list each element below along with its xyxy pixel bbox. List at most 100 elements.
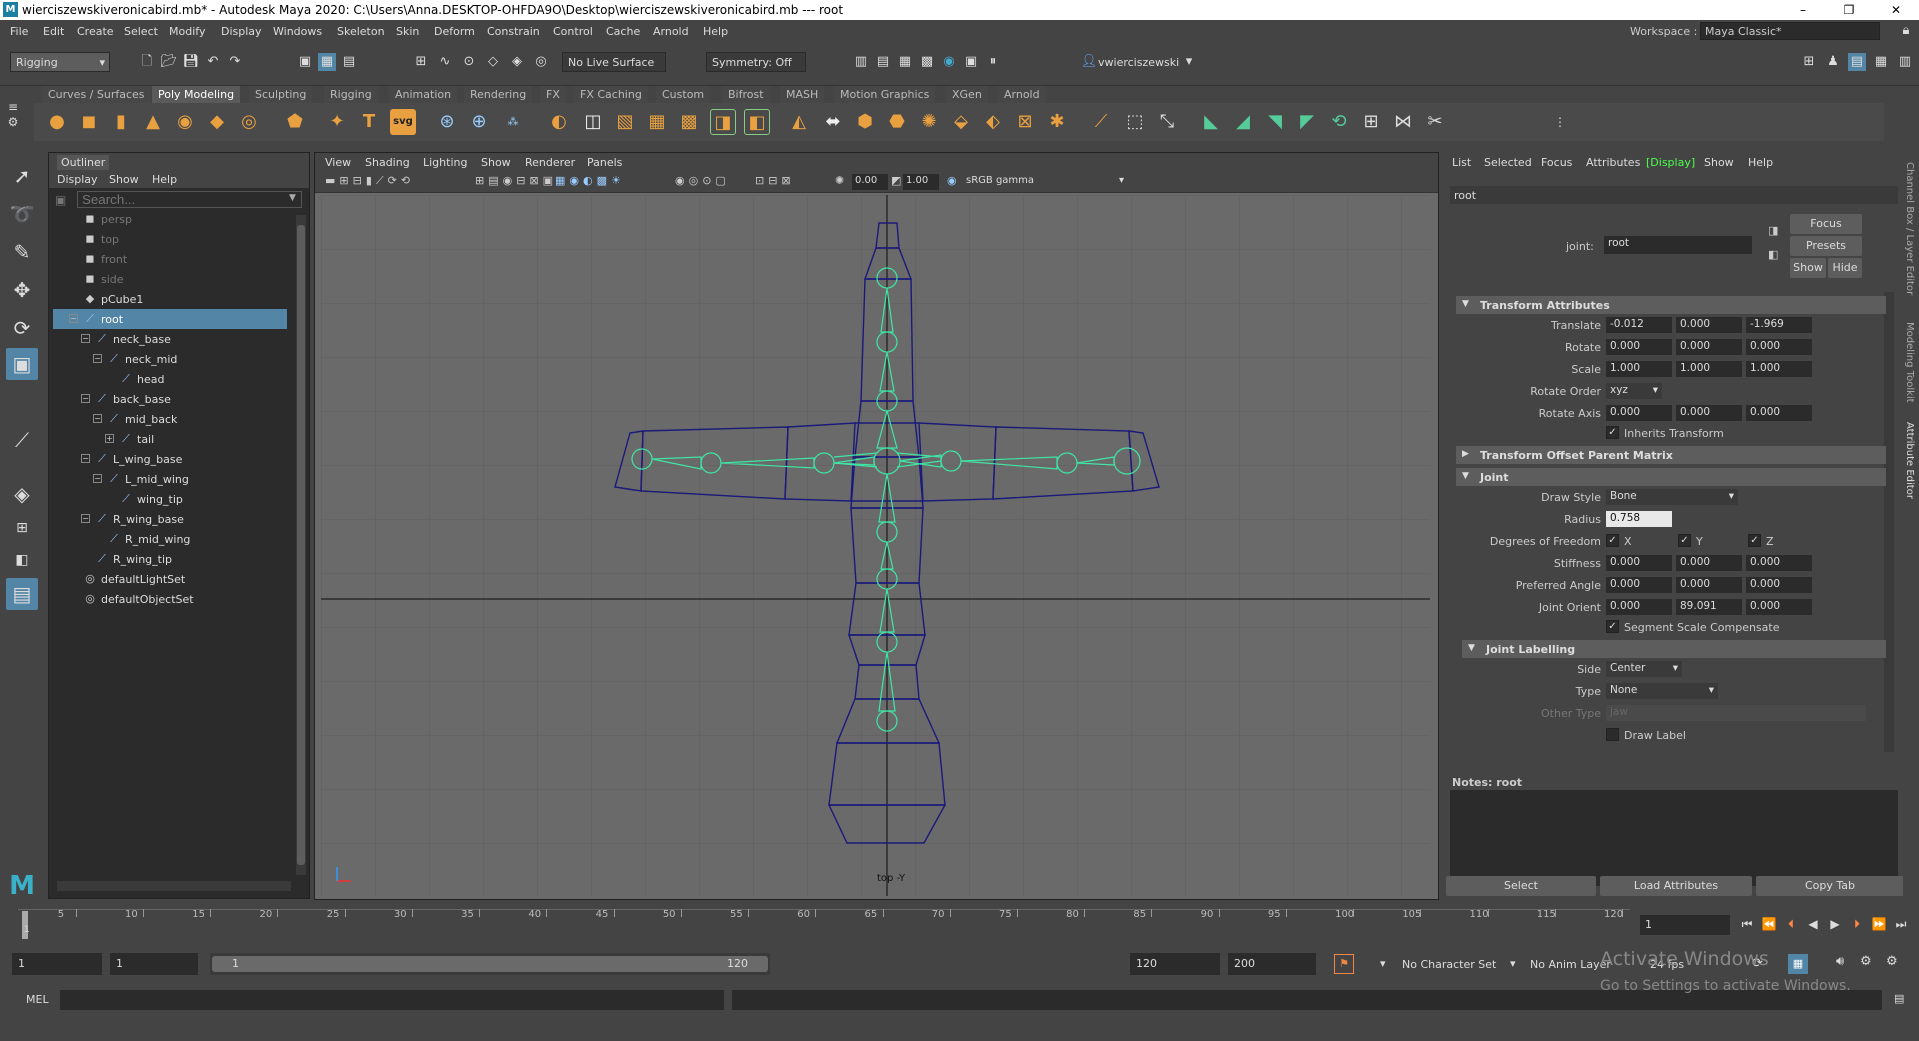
viewport-menu-shading[interactable]: Shading bbox=[365, 156, 410, 169]
menu-skin[interactable]: Skin bbox=[396, 25, 419, 38]
sound-icon[interactable]: 🔊︎ bbox=[1836, 954, 1844, 969]
channel-box-tab[interactable]: Channel Box / Layer Editor bbox=[1904, 162, 1915, 295]
preferred-angle-x-field[interactable]: 0.000 bbox=[1606, 577, 1672, 593]
outliner-item-head[interactable]: ⟋ head bbox=[53, 369, 287, 389]
menu-edit[interactable]: Edit bbox=[43, 25, 64, 38]
shelf-options-icon[interactable]: ⚙ bbox=[6, 106, 20, 138]
outliner-search-input[interactable] bbox=[77, 191, 302, 208]
live-surface-field[interactable]: No Live Surface bbox=[562, 52, 666, 72]
scroll-thumb[interactable] bbox=[297, 225, 305, 865]
outliner-item-neck-mid[interactable]: − ⟋ neck_mid bbox=[53, 349, 287, 369]
section-offset-parent-matrix[interactable]: ▶ Transform Offset Parent Matrix bbox=[1456, 446, 1886, 464]
shelf-tab-curves-surfaces[interactable]: Curves / Surfaces bbox=[42, 86, 151, 103]
collapse-icon[interactable]: − bbox=[81, 394, 90, 403]
menu-arnold[interactable]: Arnold bbox=[653, 25, 689, 38]
select-object-icon[interactable]: ▦ bbox=[318, 53, 336, 71]
combine-icon[interactable]: ◐ bbox=[546, 109, 572, 135]
menu-control[interactable]: Control bbox=[553, 25, 593, 38]
time-slider[interactable]: 1 5 10 15 20 25 30 35 40 45 50 55 60 65 70 75 80 85 90 95 1… bbox=[0, 905, 1919, 945]
user-name[interactable]: vwierciszewski bbox=[1098, 56, 1179, 69]
shelf-tab-rigging[interactable]: Rigging bbox=[324, 86, 378, 103]
rotate-order-dropdown[interactable]: xyz ▾ bbox=[1606, 383, 1662, 399]
anim-start-field[interactable]: 1 bbox=[12, 953, 102, 975]
outliner-scrollbar[interactable] bbox=[296, 215, 306, 875]
select-hierarchy-icon[interactable]: ▣ bbox=[296, 53, 314, 71]
rotate-axis-x-field[interactable]: 0.000 bbox=[1606, 405, 1672, 421]
outliner-item-defaultobjectset[interactable]: ◎ defaultObjectSet bbox=[53, 589, 287, 609]
collapse-icon[interactable]: − bbox=[81, 334, 90, 343]
modeling-toolkit-icon[interactable]: ⊞ bbox=[1800, 53, 1818, 71]
play-forward-icon[interactable]: ▶ bbox=[1826, 915, 1844, 933]
go-to-end-icon[interactable]: ⏭ bbox=[1892, 915, 1910, 933]
side-dropdown[interactable]: Center ▾ bbox=[1606, 661, 1682, 677]
inherits-transform-checkbox[interactable]: ✓ bbox=[1606, 426, 1619, 439]
playback-options-icon[interactable]: ⚙ bbox=[1860, 954, 1872, 969]
outliner-item-defaultlightset[interactable]: ◎ defaultLightSet bbox=[53, 569, 287, 589]
ae-tab-root[interactable]: root bbox=[1454, 189, 1476, 202]
collapse-icon[interactable]: − bbox=[81, 514, 90, 523]
edge-loop-icon[interactable]: ⟋ bbox=[1088, 109, 1114, 135]
draw-label-checkbox[interactable] bbox=[1606, 728, 1619, 741]
shelf-tab-xgen[interactable]: XGen bbox=[946, 86, 988, 103]
ae-menu-show[interactable]: Show bbox=[1704, 156, 1734, 169]
command-input[interactable] bbox=[60, 990, 724, 1010]
ae-menu-focus[interactable]: Focus bbox=[1541, 156, 1572, 169]
mel-label[interactable]: MEL bbox=[26, 993, 49, 1006]
outliner-item-r-mid-wing[interactable]: ⟋ R_mid_wing bbox=[53, 529, 287, 549]
ae-menu-attributes[interactable]: Attributes bbox=[1586, 156, 1640, 169]
poly-plane-icon[interactable]: ◆ bbox=[204, 109, 230, 135]
outliner-item-root[interactable]: − ⟋ root bbox=[53, 309, 287, 329]
outliner-menu-display[interactable]: Display bbox=[57, 173, 98, 186]
collapse-icon[interactable]: − bbox=[69, 314, 78, 323]
segment-scale-checkbox[interactable]: ✓ bbox=[1606, 620, 1619, 633]
viewport-canvas[interactable]: top -Y bbox=[321, 195, 1430, 896]
viewport-menu-view[interactable]: View bbox=[325, 156, 351, 169]
section-transform-attributes[interactable]: ▼ Transform Attributes bbox=[1456, 296, 1886, 314]
gamma-icon[interactable]: ◩ bbox=[891, 174, 901, 187]
outliner-item-neck-base[interactable]: − ⟋ neck_base bbox=[53, 329, 287, 349]
input-connections-icon[interactable]: ◨ bbox=[1768, 224, 1778, 237]
render-view-icon[interactable]: ▦ bbox=[896, 53, 914, 71]
snap-point-icon[interactable]: ⊙ bbox=[460, 53, 478, 71]
dof-x-checkbox[interactable]: ✓ bbox=[1606, 534, 1619, 547]
script-editor-icon[interactable]: ▤ bbox=[1894, 992, 1904, 1005]
merge-icon[interactable]: ✱ bbox=[1044, 109, 1070, 135]
gamma-field[interactable]: 1.00 bbox=[903, 174, 939, 190]
shelf-tab-rendering[interactable]: Rendering bbox=[464, 86, 533, 103]
snap-grid-icon[interactable]: ⊞ bbox=[412, 53, 430, 71]
viewport-menu-lighting[interactable]: Lighting bbox=[423, 156, 467, 169]
outliner-item-tail[interactable]: + ⟋ tail bbox=[53, 429, 287, 449]
copy-tab-button[interactable]: Copy Tab bbox=[1756, 876, 1904, 896]
shelf-tab-fx-caching[interactable]: FX Caching bbox=[574, 86, 648, 103]
shelf-tab-mash[interactable]: MASH bbox=[780, 86, 825, 103]
translate-y-field[interactable]: 0.000 bbox=[1676, 317, 1742, 333]
shelf-tab-poly-modeling[interactable]: Poly Modeling bbox=[152, 86, 241, 103]
chevron-down-icon[interactable]: ▾ bbox=[1380, 957, 1386, 970]
xray-tools-icon[interactable]: ◉◎⊙▢ bbox=[675, 174, 730, 187]
pause-icon[interactable]: ⏸ bbox=[984, 53, 1002, 71]
ae-menu-list[interactable]: List bbox=[1452, 156, 1471, 169]
playback-end-field[interactable]: 120 bbox=[1130, 953, 1220, 975]
outliner-item-l-wing-base[interactable]: − ⟋ L_wing_base bbox=[53, 449, 287, 469]
step-back-frame-icon[interactable]: ⏴ bbox=[1782, 915, 1800, 933]
outliner-horizontal-scrollbar[interactable] bbox=[57, 881, 291, 891]
play-backward-icon[interactable]: ◀ bbox=[1804, 915, 1822, 933]
chevron-down-icon[interactable]: ▼ bbox=[289, 193, 296, 203]
preferred-angle-y-field[interactable]: 0.000 bbox=[1676, 577, 1742, 593]
range-bar[interactable]: 1 120 bbox=[210, 953, 770, 975]
stiffness-x-field[interactable]: 0.000 bbox=[1606, 555, 1672, 571]
save-scene-icon[interactable]: 💾︎ bbox=[182, 53, 200, 71]
smooth-icon[interactable]: ▦ bbox=[644, 109, 670, 135]
ae-menu-display[interactable]: [Display] bbox=[1646, 156, 1695, 169]
outliner-item-r-wing-tip[interactable]: ⟋ R_wing_tip bbox=[53, 549, 287, 569]
separate-icon[interactable]: ◫ bbox=[580, 109, 606, 135]
character-controls-icon[interactable]: ♟ bbox=[1824, 53, 1842, 71]
move-tool-icon[interactable]: ✥ bbox=[6, 274, 38, 306]
maximize-button[interactable]: ❐ bbox=[1826, 0, 1872, 20]
four-pane-icon[interactable]: ⊞ bbox=[6, 512, 38, 544]
fill-hole-icon[interactable]: ⬣ bbox=[884, 109, 910, 135]
color-management-icon[interactable]: ◉ bbox=[947, 174, 957, 187]
hide-button[interactable]: Hide bbox=[1828, 258, 1862, 278]
uv-auto-icon[interactable]: ⟲ bbox=[1326, 109, 1352, 135]
outliner-item-wing-tip[interactable]: ⟋ wing_tip bbox=[53, 489, 287, 509]
